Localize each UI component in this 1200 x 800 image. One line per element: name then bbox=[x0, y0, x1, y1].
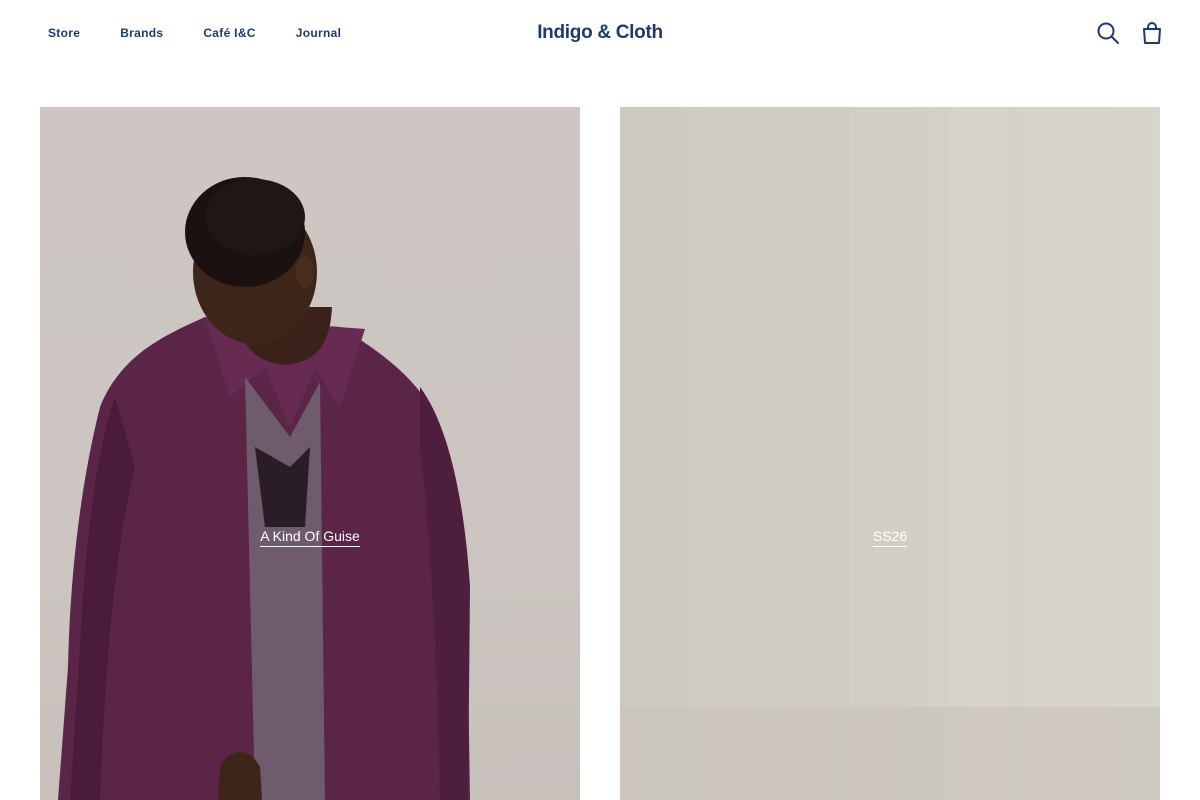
main-nav: Store Brands Café I&C Journal bbox=[48, 25, 381, 41]
bag-icon[interactable] bbox=[1140, 21, 1164, 45]
header-icons bbox=[1096, 21, 1164, 45]
nav-item-brands[interactable]: Brands bbox=[120, 25, 163, 41]
tile-link-a-kind-of-guise[interactable]: A Kind Of Guise bbox=[260, 528, 360, 547]
tile-link-ss26[interactable]: SS26 bbox=[872, 528, 908, 547]
site-header: Store Brands Café I&C Journal Indigo & C… bbox=[0, 0, 1200, 68]
ss26-backdrop-image bbox=[620, 107, 1160, 800]
tile-label-container: A Kind Of Guise bbox=[40, 526, 580, 547]
nav-item-cafe[interactable]: Café I&C bbox=[203, 25, 255, 41]
nav-item-journal[interactable]: Journal bbox=[296, 25, 341, 41]
tile-label-container: SS26 bbox=[620, 526, 1160, 547]
search-icon[interactable] bbox=[1096, 21, 1120, 45]
collection-tile-ss26[interactable]: SS26 bbox=[620, 107, 1160, 800]
nav-item-store[interactable]: Store bbox=[48, 25, 80, 41]
site-logo[interactable]: Indigo & Cloth bbox=[537, 22, 663, 43]
model-purple-jacket-image bbox=[58, 177, 470, 800]
collection-tile-a-kind-of-guise[interactable]: A Kind Of Guise bbox=[40, 107, 580, 800]
